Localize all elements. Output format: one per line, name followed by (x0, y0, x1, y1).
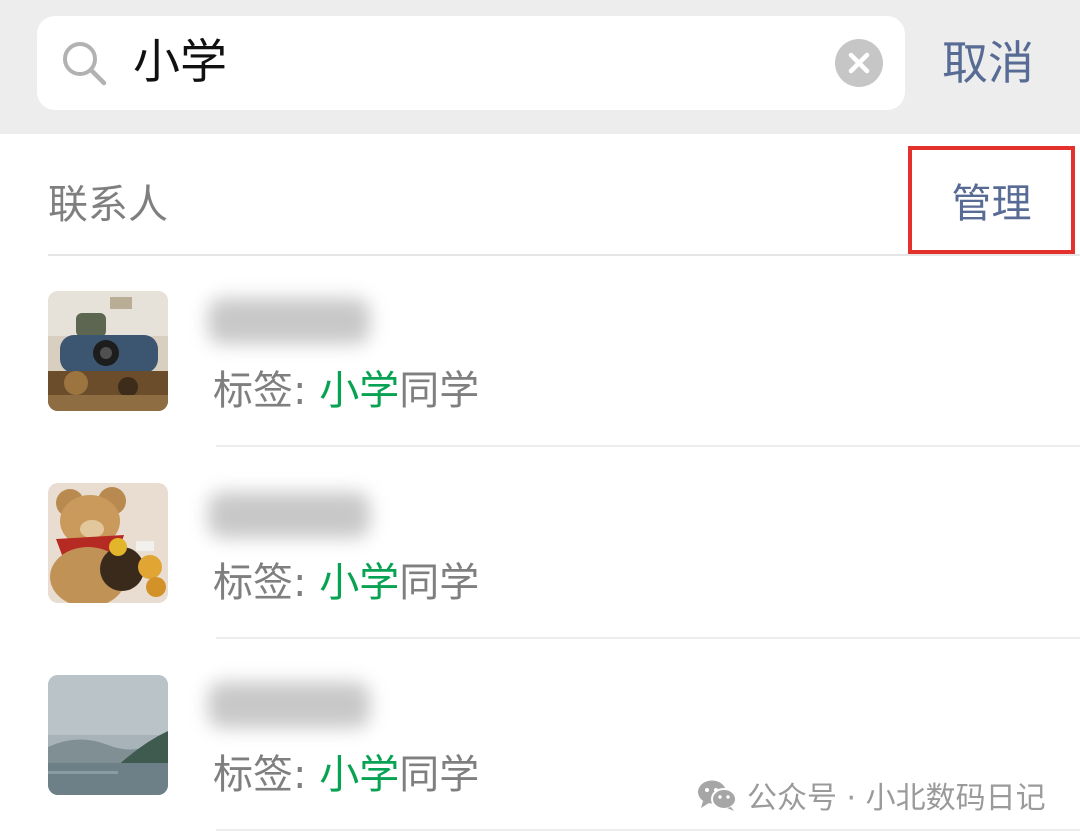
contact-row[interactable]: 标签: 小学同学 (0, 446, 1080, 639)
manage-label: 管理 (951, 181, 1032, 227)
divider (216, 829, 1080, 831)
wechat-icon (698, 780, 737, 811)
tag-label: 标签: (213, 560, 320, 606)
tag-rest: 同学 (399, 752, 480, 798)
contact-name-blurred (208, 492, 370, 538)
avatar (48, 291, 168, 411)
contact-name-blurred (208, 298, 370, 344)
person-with-camera-image (48, 291, 168, 411)
clear-icon[interactable] (835, 39, 883, 87)
contact-tag: 标签: 小学同学 (213, 551, 479, 615)
misty-lake-image (48, 675, 168, 795)
tag-label: 标签: (213, 752, 320, 798)
search-input[interactable]: 小学 (37, 16, 905, 110)
watermark: 公众号 · 小北数码日记 (697, 770, 1046, 820)
search-icon (63, 42, 107, 86)
tag-rest: 同学 (399, 368, 480, 414)
watermark-text: 公众号 · 小北数码日记 (747, 781, 1046, 816)
tag-match: 小学 (319, 368, 400, 414)
section-title-contacts: 联系人 (48, 182, 168, 228)
contact-name-blurred (208, 682, 370, 728)
search-query-text[interactable]: 小学 (133, 16, 227, 110)
manage-button[interactable]: 管理 (908, 146, 1075, 254)
tag-match: 小学 (319, 560, 400, 606)
contact-tag: 标签: 小学同学 (213, 359, 479, 423)
contact-tag: 标签: 小学同学 (213, 743, 479, 807)
search-bar: 小学 取消 (0, 0, 1080, 134)
avatar (48, 675, 168, 795)
tag-match: 小学 (319, 752, 400, 798)
teddy-bear-image (48, 483, 168, 603)
tag-rest: 同学 (399, 560, 480, 606)
contact-row[interactable]: 标签: 小学同学 (0, 254, 1080, 447)
avatar (48, 483, 168, 603)
tag-label: 标签: (213, 368, 320, 414)
cancel-button[interactable]: 取消 (942, 16, 1034, 110)
